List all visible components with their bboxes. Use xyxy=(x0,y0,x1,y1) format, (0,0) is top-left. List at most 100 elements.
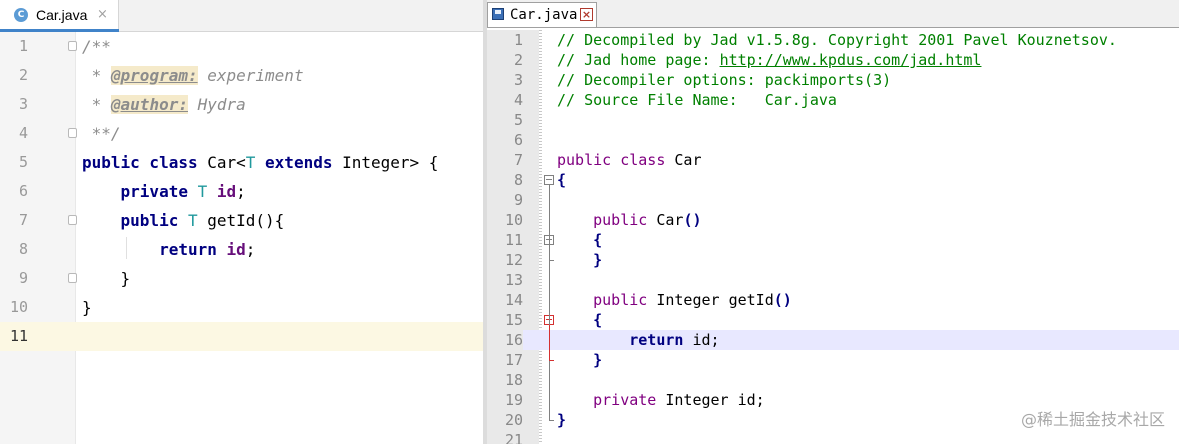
code-line[interactable]: 7 public class Car xyxy=(487,150,1179,170)
line-number: 8 xyxy=(513,171,523,189)
left-file-tab[interactable]: C Car.java × xyxy=(0,0,119,32)
code-text: { xyxy=(557,310,602,330)
code-line[interactable]: 8{ xyxy=(487,170,1179,190)
code-line[interactable]: 6 xyxy=(487,130,1179,150)
line-number: 1 xyxy=(18,37,28,55)
code-token: Integer getId xyxy=(656,291,774,309)
code-line[interactable]: 17 } xyxy=(487,350,1179,370)
close-icon[interactable]: × xyxy=(97,7,108,22)
line-number: 10 xyxy=(504,211,523,229)
line-number: 13 xyxy=(504,271,523,289)
code-token: @program: xyxy=(110,66,198,85)
line-number: 5 xyxy=(18,153,28,171)
watermark: @稀土掘金技术社区 xyxy=(1020,410,1165,429)
line-number: 9 xyxy=(18,269,28,287)
right-tab-bar: Car.java × xyxy=(487,0,1179,28)
code-text: public class Car<T extends Integer> { xyxy=(82,148,438,177)
left-tab-bar: C Car.java × xyxy=(0,0,483,32)
code-text: public Integer getId() xyxy=(557,290,792,310)
code-line[interactable]: 2 * @program: experiment xyxy=(0,61,483,90)
code-line[interactable]: 9 xyxy=(487,190,1179,210)
code-line[interactable]: 4 **/ xyxy=(0,119,483,148)
code-text: public class Car xyxy=(557,150,702,170)
code-line[interactable]: 2 // Jad home page: http://www.kpdus.com/… xyxy=(487,50,1179,70)
code-text: } xyxy=(82,264,131,293)
code-line[interactable]: 12 } xyxy=(487,250,1179,270)
code-line[interactable]: 16 return id; xyxy=(487,330,1179,350)
line-number: 21 xyxy=(504,431,523,444)
code-line[interactable]: 8 return id; xyxy=(0,235,483,264)
code-token: /** xyxy=(82,37,111,56)
indent-guide xyxy=(126,237,127,259)
code-line[interactable]: 7 public T getId(){ xyxy=(0,206,483,235)
fold-marker-icon[interactable] xyxy=(544,175,554,185)
code-line[interactable]: 11 { xyxy=(487,230,1179,250)
code-text: return id; xyxy=(557,330,719,350)
fold-range-line xyxy=(549,245,550,260)
code-text: } xyxy=(557,250,602,270)
code-line[interactable]: 3 // Decompiler options: packimports(3) xyxy=(487,70,1179,90)
code-token: id xyxy=(216,182,237,201)
code-line[interactable]: 10 public Car() xyxy=(487,210,1179,230)
code-line[interactable]: 1 /** xyxy=(0,32,483,61)
code-token: // Decompiled by Jad v1.5.8g. Copyright … xyxy=(557,31,1117,49)
code-token: () xyxy=(773,291,792,309)
code-text: private Integer id; xyxy=(557,390,765,410)
code-token: public xyxy=(593,211,657,229)
line-number: 9 xyxy=(513,191,523,209)
line-number: 19 xyxy=(504,391,523,409)
code-line[interactable]: 5 public class Car<T extends Integer> { xyxy=(0,148,483,177)
code-line[interactable]: 11 xyxy=(0,322,483,351)
code-line[interactable]: 3 * @author: Hydra xyxy=(0,90,483,119)
fold-marker-icon[interactable] xyxy=(68,273,77,283)
code-line[interactable]: 14 public Integer getId() xyxy=(487,290,1179,310)
line-number: 3 xyxy=(513,71,523,89)
code-text: { xyxy=(557,230,602,250)
code-token: { xyxy=(557,171,567,189)
fold-marker-icon[interactable] xyxy=(68,215,77,225)
right-file-tab[interactable]: Car.java × xyxy=(487,2,597,27)
fold-range-end xyxy=(549,260,554,261)
code-line[interactable]: 15 { xyxy=(487,310,1179,330)
code-token: } xyxy=(82,298,92,317)
code-line[interactable]: 6 private T id; xyxy=(0,177,483,206)
fold-range-end xyxy=(549,420,554,421)
code-token: T xyxy=(197,182,217,201)
code-line[interactable]: 13 xyxy=(487,270,1179,290)
code-line[interactable]: 21 xyxy=(487,430,1179,444)
code-token: { xyxy=(593,231,603,249)
code-text: **/ xyxy=(82,119,121,148)
fold-marker-icon[interactable] xyxy=(68,41,77,51)
code-token: * xyxy=(82,66,111,85)
close-icon[interactable]: × xyxy=(580,8,593,21)
code-token: public xyxy=(593,291,657,309)
code-token: ; xyxy=(245,240,256,259)
code-text: } xyxy=(557,350,602,370)
code-line[interactable]: 9 } xyxy=(0,264,483,293)
code-token: { xyxy=(593,311,603,329)
code-line[interactable]: 4 // Source File Name: Car.java xyxy=(487,90,1179,110)
code-line[interactable]: 1 // Decompiled by Jad v1.5.8g. Copyright… xyxy=(487,30,1179,50)
code-text: * @author: Hydra xyxy=(82,90,246,119)
code-line[interactable]: 10} xyxy=(0,293,483,322)
fold-range-end xyxy=(549,360,554,361)
code-line[interactable]: 18 xyxy=(487,370,1179,390)
line-number: 3 xyxy=(18,95,28,113)
code-token: Car xyxy=(656,211,684,229)
code-token: public class xyxy=(557,151,675,169)
fold-marker-icon[interactable] xyxy=(68,128,77,138)
code-line[interactable]: 5 xyxy=(487,110,1179,130)
line-number: 15 xyxy=(504,311,523,329)
fold-range-line xyxy=(549,325,550,360)
code-token: private xyxy=(120,182,198,201)
code-token: return xyxy=(159,240,227,259)
code-text: // Jad home page: http://www.kpdus.com/j… xyxy=(557,50,981,70)
code-token: } xyxy=(557,411,567,429)
line-number: 16 xyxy=(487,330,523,350)
line-number: 8 xyxy=(18,240,28,258)
